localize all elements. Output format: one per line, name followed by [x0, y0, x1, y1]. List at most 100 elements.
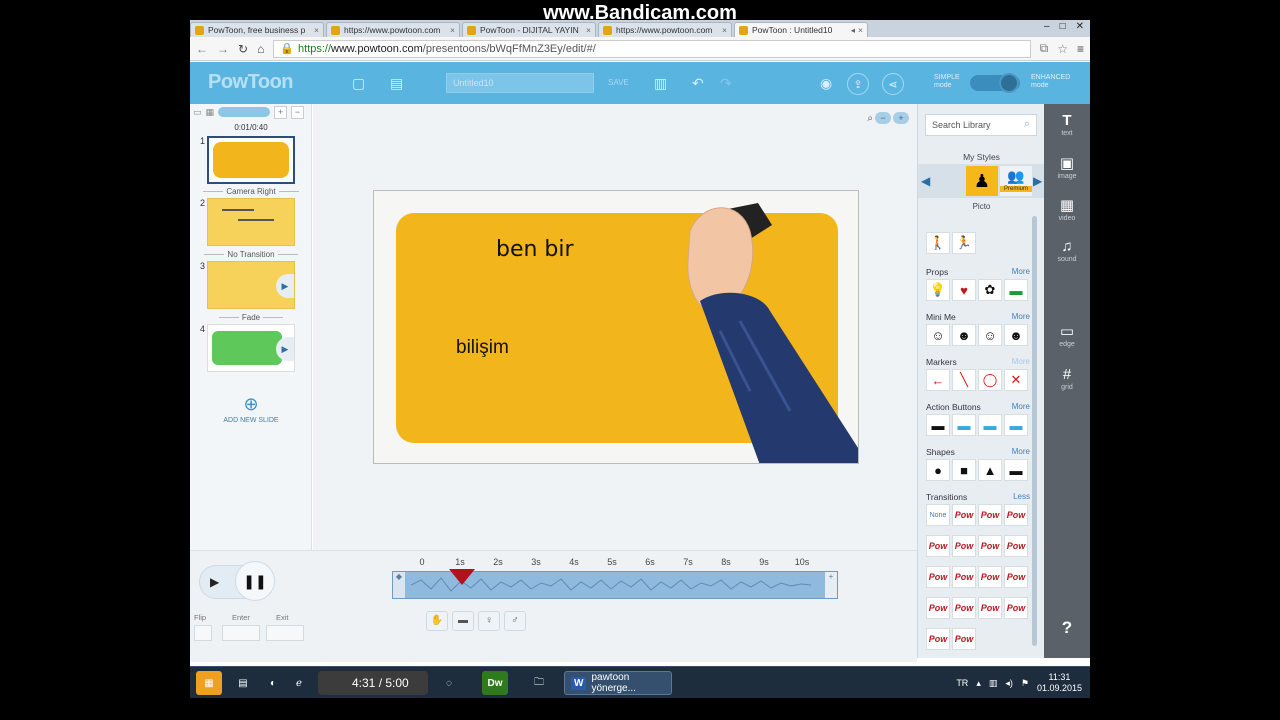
mini-me-2-icon[interactable]: ☻ — [952, 324, 976, 346]
transition-pow[interactable]: Pow — [1004, 535, 1028, 557]
home-icon[interactable]: ⌂ — [257, 42, 264, 56]
hand-tool-icon[interactable]: ✋ — [426, 611, 448, 631]
circle-marker-icon[interactable]: ◯ — [978, 369, 1002, 391]
expand-arrow-icon[interactable]: ▶ — [276, 337, 294, 361]
track-right-cap[interactable]: + — [825, 572, 837, 598]
zoom-out-button[interactable]: − — [291, 105, 305, 119]
square-shape-icon[interactable]: ■ — [952, 459, 976, 481]
toggle-knob[interactable] — [999, 73, 1019, 93]
pause-button[interactable]: ❚❚ — [235, 561, 275, 601]
mute-icon[interactable]: ◂ — [851, 25, 855, 36]
close-icon[interactable]: × — [450, 25, 455, 35]
slide-text-1[interactable]: ben bir — [496, 237, 574, 262]
template-icon[interactable]: ▤ — [390, 75, 403, 92]
close-window-icon[interactable]: ✕ — [1076, 21, 1084, 32]
carousel-right-icon[interactable]: ▶ — [1033, 174, 1042, 188]
browser-tab-3[interactable]: PowToon - DIJITAL YAYIN × — [462, 22, 596, 37]
less-link[interactable]: Less — [1013, 492, 1030, 501]
track-left-cap[interactable]: ◆ — [393, 572, 405, 598]
close-icon[interactable]: × — [858, 25, 863, 35]
more-link[interactable]: More — [1012, 402, 1030, 411]
transition-pow[interactable]: Pow — [1004, 597, 1028, 619]
slide-stage[interactable]: ben bir bilişim — [373, 190, 859, 464]
browser-tab-active[interactable]: PowToon : Untitled10 ◂ × — [734, 22, 868, 37]
bandicam-recording-indicator[interactable]: 4:31 / 5:00 — [318, 671, 428, 695]
enter-effect-button[interactable] — [222, 625, 260, 641]
share-button[interactable]: ⋖ — [882, 73, 904, 95]
slide-text-2[interactable]: bilişim — [456, 337, 509, 359]
transition-pow[interactable]: Pow — [952, 535, 976, 557]
redo-icon[interactable]: ↷ — [720, 75, 732, 92]
clock[interactable]: 11:31 01.09.2015 — [1037, 672, 1082, 694]
ie-icon[interactable]: ℯ — [286, 671, 312, 695]
money-icon[interactable]: ▬ — [1004, 279, 1028, 301]
grid-view-icon[interactable]: ▦ — [206, 107, 215, 118]
transition-label[interactable]: Fade — [190, 313, 312, 322]
slide-thumb-2[interactable] — [207, 198, 295, 246]
network-icon[interactable]: ▥ — [989, 678, 998, 689]
transition-pow[interactable]: Pow — [926, 535, 950, 557]
edge-tool[interactable]: ▭ edge — [1044, 322, 1090, 348]
reload-icon[interactable]: ↻ — [238, 42, 248, 56]
browser-tab-4[interactable]: https://www.powtoon.com × — [598, 22, 732, 37]
transition-pow[interactable]: Pow — [926, 628, 950, 650]
transition-label[interactable]: No Transition — [190, 250, 312, 259]
flower-icon[interactable]: ✿ — [978, 279, 1002, 301]
transition-pow[interactable]: Pow — [952, 628, 976, 650]
more-link[interactable]: More — [1012, 447, 1030, 456]
sound-tool[interactable]: ♫ sound — [1044, 238, 1090, 263]
menu-icon[interactable]: ≡ — [1077, 42, 1084, 56]
transition-label[interactable]: Camera Right — [190, 187, 312, 196]
transition-pow[interactable]: Pow — [952, 504, 976, 526]
transition-pow[interactable]: Pow — [1004, 566, 1028, 588]
flip-button[interactable] — [194, 625, 212, 641]
x-marker-icon[interactable]: ✕ — [1004, 369, 1028, 391]
more-link[interactable]: More — [1012, 267, 1030, 276]
line-marker-icon[interactable]: ╲ — [952, 369, 976, 391]
slide-thumb-4[interactable]: ▶ — [207, 324, 295, 372]
transition-pow[interactable]: Pow — [978, 566, 1002, 588]
browser-tab-1[interactable]: PowToon, free business p × — [190, 22, 324, 37]
slide-thumb-3[interactable]: ▶ — [207, 261, 295, 309]
loading-icon[interactable]: ◌ — [436, 671, 462, 695]
export-button[interactable]: ⇪ — [847, 73, 869, 95]
transition-pow[interactable]: Pow — [978, 504, 1002, 526]
folder-icon[interactable]: ▤ — [230, 671, 256, 695]
maximize-icon[interactable]: □ — [1060, 21, 1066, 32]
close-icon[interactable]: × — [586, 25, 591, 35]
transition-pow[interactable]: Pow — [978, 535, 1002, 557]
action-button-blue-icon[interactable]: ▬ — [952, 414, 976, 436]
flag-icon[interactable]: ⚑ — [1021, 678, 1029, 689]
rectangle-shape-icon[interactable]: ▬ — [1004, 459, 1028, 481]
playhead-marker[interactable] — [448, 569, 475, 585]
translate-icon[interactable]: ⧉ — [1040, 41, 1049, 56]
triangle-shape-icon[interactable]: ▲ — [978, 459, 1002, 481]
library-scrollbar[interactable] — [1032, 216, 1037, 646]
mini-me-4-icon[interactable]: ☻ — [1004, 324, 1028, 346]
slide-thumb-1[interactable] — [207, 136, 295, 184]
carousel-left-icon[interactable]: ◀ — [921, 174, 930, 188]
minimize-icon[interactable]: – — [1044, 21, 1050, 32]
save-button[interactable]: SAVE — [608, 78, 629, 87]
dreamweaver-icon[interactable]: Dw — [482, 671, 508, 695]
search-library-input[interactable]: Search Library ⌕ — [925, 114, 1037, 136]
transition-pow[interactable]: Pow — [926, 597, 950, 619]
document-icon[interactable]: ▥ — [654, 75, 667, 92]
grid-tool[interactable]: # grid — [1044, 366, 1090, 391]
zoom-magnifier-icon[interactable]: ⌕ — [867, 113, 873, 124]
transition-pow[interactable]: Pow — [952, 597, 976, 619]
text-element-icon[interactable]: ▬ — [452, 611, 474, 631]
tray-arrow-icon[interactable]: ▴ — [976, 678, 981, 689]
image-tool[interactable]: ▣ image — [1044, 154, 1090, 180]
lightbulb-icon[interactable]: 💡 — [926, 279, 950, 301]
canvas-zoom-in[interactable]: + — [893, 112, 909, 124]
character-icon[interactable]: ♀ — [478, 611, 500, 631]
expand-arrow-icon[interactable]: ▶ — [276, 274, 294, 298]
style-picto[interactable]: ♟ — [966, 166, 998, 196]
back-icon[interactable]: ← — [196, 42, 208, 56]
more-link[interactable]: More — [1012, 312, 1030, 321]
arrow-marker-icon[interactable]: ← — [926, 369, 950, 391]
heart-icon[interactable]: ♥ — [952, 279, 976, 301]
transition-pow[interactable]: Pow — [952, 566, 976, 588]
url-field[interactable]: 🔒 https://www.powtoon.com/presentoons/bW… — [273, 39, 1031, 58]
